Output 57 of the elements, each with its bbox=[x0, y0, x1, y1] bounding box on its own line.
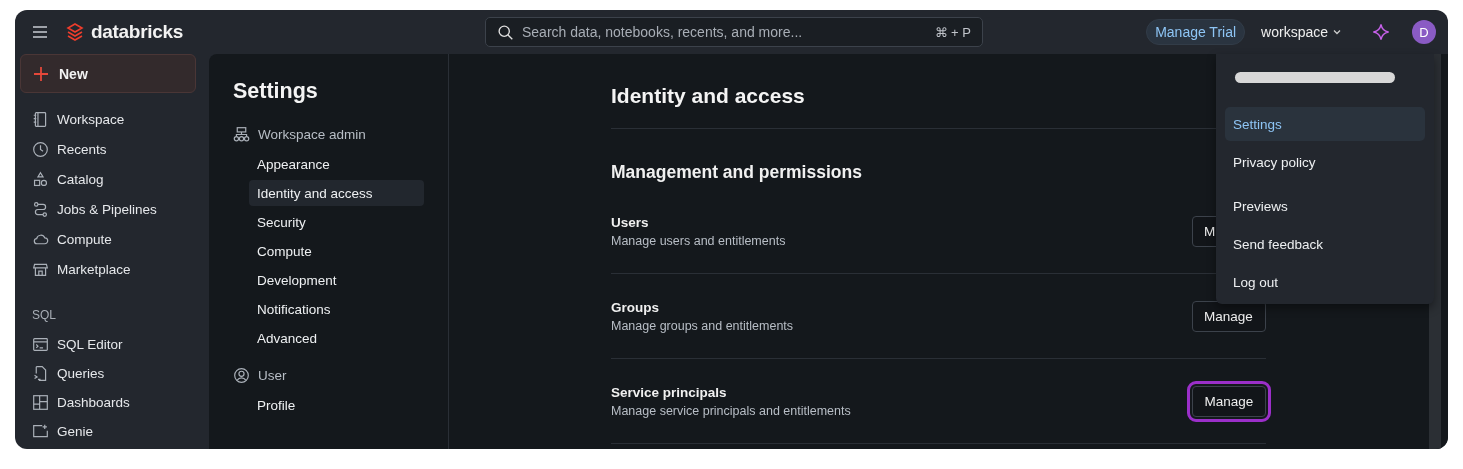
user-icon bbox=[233, 366, 250, 384]
page-title: Settings bbox=[233, 79, 319, 104]
menu-item[interactable]: Log out bbox=[1225, 265, 1425, 299]
clock-icon bbox=[32, 140, 49, 158]
sidebar-item[interactable]: Catalog bbox=[20, 164, 205, 194]
row-title: Service principals bbox=[611, 384, 728, 400]
sidebar-item[interactable]: Genie bbox=[20, 417, 205, 446]
sidebar-item[interactable]: Marketplace bbox=[20, 254, 205, 284]
menu-icon[interactable] bbox=[31, 23, 49, 41]
plus-icon bbox=[33, 65, 49, 82]
manage-button[interactable]: Manage bbox=[1192, 300, 1266, 332]
sidebar-item[interactable]: Recents bbox=[20, 134, 205, 164]
brand-logo-text: databricks bbox=[91, 21, 184, 43]
chevron-down-icon bbox=[1332, 27, 1342, 37]
row-title: Groups bbox=[611, 299, 660, 315]
settings-nav-item[interactable]: Notifications bbox=[249, 296, 424, 322]
row-description: Manage service principals and entitlements bbox=[611, 403, 851, 418]
notebook-icon bbox=[32, 110, 49, 128]
settings-nav-item[interactable]: Advanced bbox=[249, 325, 424, 351]
terminal-icon bbox=[32, 336, 49, 353]
user-avatar[interactable]: D bbox=[1412, 20, 1436, 44]
sparkle-icon[interactable] bbox=[1372, 23, 1390, 41]
flow-icon bbox=[32, 200, 49, 218]
shapes-icon bbox=[32, 170, 49, 188]
menu-item[interactable]: Settings bbox=[1225, 107, 1425, 141]
row-title: Users bbox=[611, 214, 650, 230]
sidebar-section-title: SQL bbox=[31, 308, 57, 324]
menu-item[interactable]: Send feedback bbox=[1225, 227, 1425, 261]
sidebar-item[interactable]: SQL Editor bbox=[20, 330, 205, 359]
subsection-title: Management and permissions bbox=[611, 162, 862, 183]
nav-group-title: User bbox=[258, 367, 287, 383]
sidebar-item[interactable]: Dashboards bbox=[20, 388, 205, 417]
grid-icon bbox=[32, 394, 49, 411]
stacked-layers-icon bbox=[65, 22, 85, 42]
settings-nav-item[interactable]: Profile bbox=[249, 392, 424, 418]
settings-nav-item[interactable]: Compute bbox=[249, 238, 424, 264]
settings-nav-item[interactable]: Identity and access bbox=[249, 180, 424, 206]
shortcut-hint: ⌘ + P bbox=[934, 25, 971, 40]
sidebar-item[interactable]: Queries bbox=[20, 359, 205, 388]
settings-nav-item[interactable]: Development bbox=[249, 267, 424, 293]
sidebar-item[interactable]: Compute bbox=[20, 224, 205, 254]
sidebar-item[interactable]: Workspace bbox=[20, 104, 205, 134]
row-description: Manage users and entitlements bbox=[611, 233, 786, 248]
sparkle-icon bbox=[32, 423, 49, 440]
row-description: Manage groups and entitlements bbox=[611, 318, 794, 333]
file-icon bbox=[32, 365, 49, 382]
settings-nav-item[interactable]: Security bbox=[249, 209, 424, 235]
org-icon bbox=[233, 125, 250, 143]
sidebar-item[interactable]: Jobs & Pipelines bbox=[20, 194, 205, 224]
settings-nav-item[interactable]: Appearance bbox=[249, 151, 424, 177]
menu-item[interactable]: Privacy policy bbox=[1225, 145, 1425, 179]
menu-item[interactable]: Previews bbox=[1225, 189, 1425, 223]
new-button[interactable]: New bbox=[20, 54, 196, 93]
workspace-switcher[interactable]: workspace bbox=[1255, 23, 1348, 41]
nav-group-title: Workspace admin bbox=[258, 126, 366, 142]
search-icon bbox=[497, 24, 514, 41]
manage-trial-button[interactable]: Manage Trial bbox=[1146, 19, 1246, 45]
